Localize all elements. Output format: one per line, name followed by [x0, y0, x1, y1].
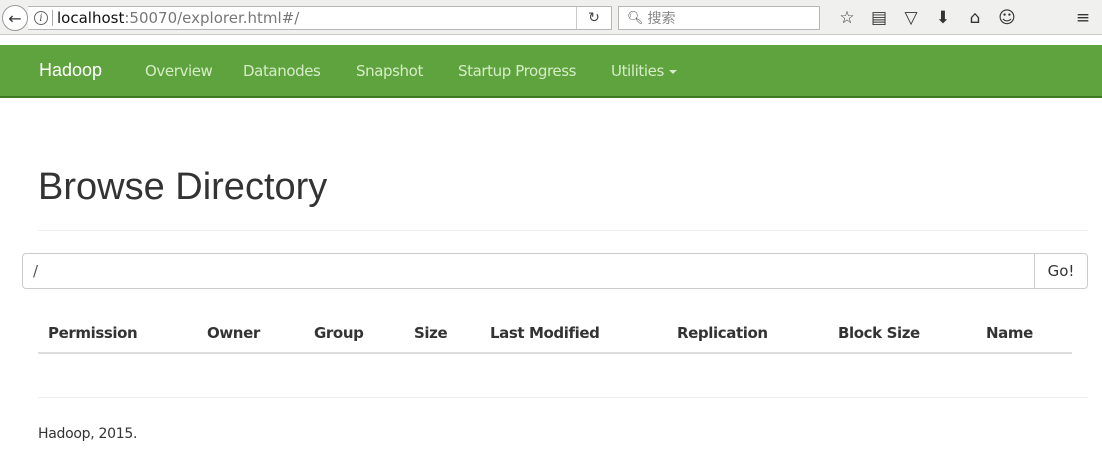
nav-datanodes[interactable]: Datanodes — [243, 62, 321, 80]
column-header-last-modified[interactable]: Last Modified — [490, 324, 600, 342]
bookmark-star-icon[interactable]: ☆ — [836, 7, 858, 29]
go-button[interactable]: Go! — [1034, 253, 1088, 289]
pocket-icon[interactable]: ▽ — [900, 7, 922, 29]
directory-path-form: Go! — [22, 253, 1088, 289]
column-header-replication[interactable]: Replication — [677, 324, 768, 342]
url-path: :50070/explorer.html#/ — [124, 9, 300, 27]
column-header-group[interactable]: Group — [314, 324, 364, 342]
url-bar[interactable]: i localhost:50070/explorer.html#/ ↻ — [28, 6, 612, 30]
reload-icon[interactable]: ↻ — [576, 7, 611, 29]
footer-divider — [38, 397, 1088, 398]
search-icon: 🔍︎ — [627, 10, 644, 26]
nav-snapshot[interactable]: Snapshot — [356, 62, 423, 80]
column-header-block-size[interactable]: Block Size — [838, 324, 920, 342]
column-header-owner[interactable]: Owner — [207, 324, 260, 342]
chat-icon[interactable]: ☺ — [996, 7, 1018, 29]
column-header-size[interactable]: Size — [414, 324, 448, 342]
page-title: Browse Directory — [38, 166, 328, 208]
brand-link[interactable]: Hadoop — [39, 60, 102, 81]
url-host: localhost — [57, 9, 125, 27]
download-icon[interactable]: ⬇ — [932, 7, 954, 29]
title-divider — [38, 230, 1088, 231]
back-icon[interactable]: ← — [2, 5, 28, 31]
file-table-header: Permission Owner Group Size Last Modifie… — [38, 316, 1072, 354]
home-icon[interactable]: ⌂ — [964, 7, 986, 29]
nav-overview[interactable]: Overview — [145, 62, 213, 80]
reader-view-icon[interactable]: ▤ — [868, 7, 890, 29]
footer-text: Hadoop, 2015. — [38, 426, 138, 442]
nav-utilities[interactable]: Utilities — [611, 62, 677, 80]
menu-icon[interactable]: ≡ — [1072, 7, 1094, 29]
caret-down-icon — [668, 69, 677, 74]
directory-path-input[interactable] — [22, 253, 1034, 289]
browser-toolbar: ← i localhost:50070/explorer.html#/ ↻ 🔍︎… — [0, 0, 1102, 35]
column-header-name[interactable]: Name — [986, 324, 1033, 342]
nav-startup-progress[interactable]: Startup Progress — [458, 62, 576, 80]
url-separator — [52, 10, 53, 26]
search-placeholder: 搜索 — [647, 11, 676, 27]
browser-search-input[interactable]: 🔍︎ 搜索 — [618, 6, 820, 30]
info-icon[interactable]: i — [34, 11, 48, 25]
top-navbar: Hadoop Overview Datanodes Snapshot Start… — [0, 45, 1102, 98]
column-header-permission[interactable]: Permission — [48, 324, 138, 342]
nav-utilities-label: Utilities — [611, 62, 664, 80]
